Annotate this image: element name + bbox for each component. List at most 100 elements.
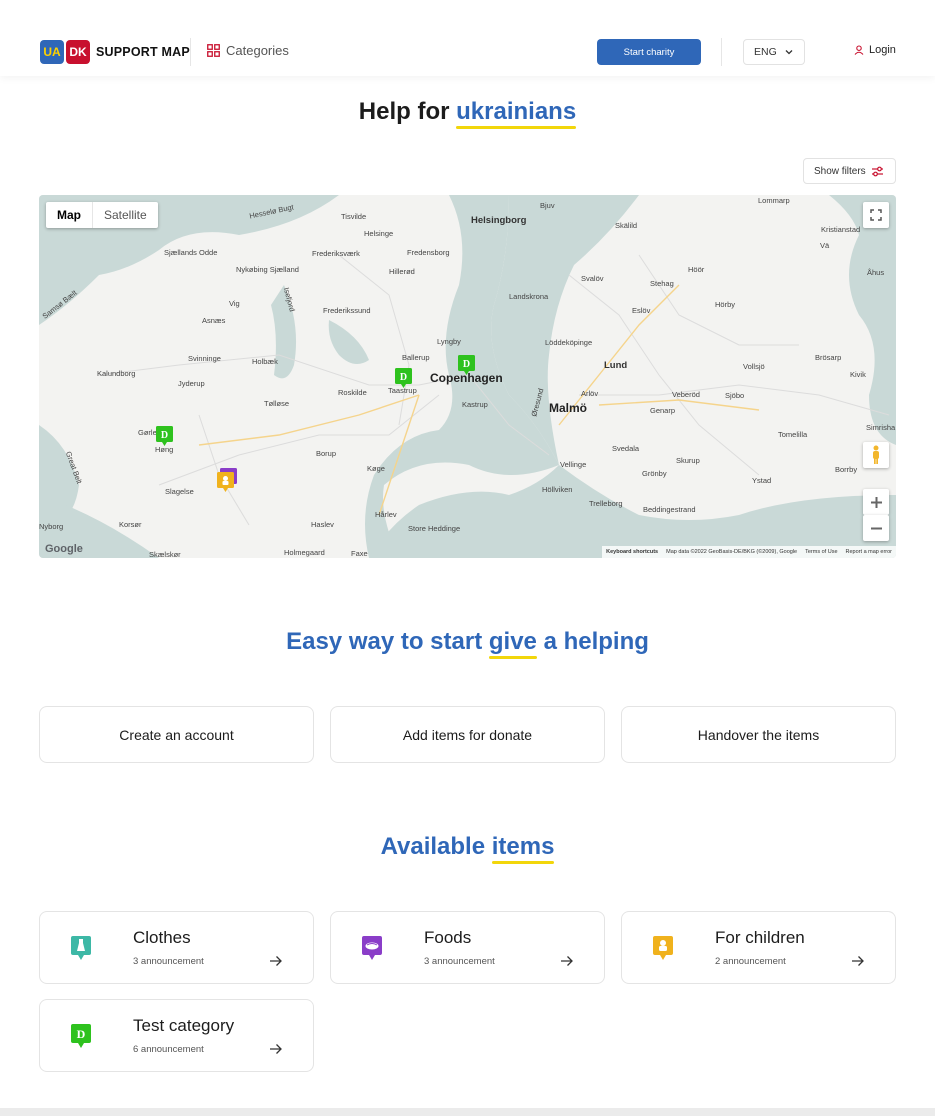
svg-text:D: D <box>463 359 470 370</box>
google-logo: Google <box>45 543 83 555</box>
toy-icon <box>653 936 673 960</box>
language-value: ENG <box>754 46 777 58</box>
map-label-svalov: Svalöv <box>581 274 604 283</box>
map-label-arlov: Arlöv <box>581 389 599 398</box>
page-title: Help for ukrainians <box>0 98 935 129</box>
map-label-store-heddinge: Store Heddinge <box>408 524 461 533</box>
map-label-helsingborg: Helsingborg <box>471 215 527 226</box>
category-card-test-category[interactable]: D Test category 6 announcement <box>39 999 314 1072</box>
steps-title-suffix: a helping <box>543 628 649 655</box>
map-marker-for-children[interactable] <box>217 472 234 492</box>
map-marker-test-category[interactable]: D <box>458 355 475 375</box>
map-label-lyngby: Lyngby <box>437 337 461 346</box>
header-divider-2 <box>721 38 722 66</box>
map-label-kastrup: Kastrup <box>462 400 488 409</box>
svg-text:D: D <box>161 430 168 441</box>
logo[interactable]: UA DK SUPPORT MAP <box>40 40 190 64</box>
map-label-malmo: Malmö <box>549 401 588 415</box>
language-select[interactable]: ENG <box>743 39 805 65</box>
map-label-holmegaard: Holmegaard <box>284 548 325 557</box>
step-create-account: Create an account <box>39 706 314 763</box>
svg-text:D: D <box>400 372 407 383</box>
keyboard-shortcuts-link[interactable]: Keyboard shortcuts <box>606 549 658 555</box>
pegman-icon <box>873 445 879 464</box>
login-link[interactable]: Login <box>854 44 896 56</box>
category-card-clothes[interactable]: Clothes 3 announcement <box>39 911 314 984</box>
map-label-fredensborg: Fredensborg <box>407 248 450 257</box>
map-label-vollsjo: Vollsjö <box>743 362 765 371</box>
map-label-kristianstad: Kristianstad <box>821 225 861 234</box>
zoom-out-button[interactable] <box>863 515 889 541</box>
category-name: For children <box>715 928 805 947</box>
map-label-ahus: Åhus <box>867 268 885 277</box>
category-card-foods[interactable]: Foods 3 announcement <box>330 911 605 984</box>
map-label-sjobo: Sjöbo <box>725 391 745 400</box>
arrow-right-icon <box>561 956 573 966</box>
user-icon <box>854 45 864 55</box>
map-label-eslov: Eslöv <box>632 306 651 315</box>
map-label-tomelilla: Tomelilla <box>778 430 808 439</box>
zoom-in-button[interactable] <box>863 489 889 515</box>
map-label-borrby: Borrby <box>835 465 858 474</box>
map-label-beddingestrand: Beddingestrand <box>643 505 696 514</box>
footer-strip <box>0 1108 935 1116</box>
logo-text: SUPPORT MAP <box>96 45 190 59</box>
available-title-highlight: items <box>491 833 555 864</box>
map-label-holbaek: Holbæk <box>252 357 278 366</box>
header-divider <box>190 38 191 66</box>
logo-ua-badge: UA <box>40 40 64 64</box>
category-count: 2 announcement <box>715 956 786 967</box>
letter-d-icon: D <box>71 1024 91 1048</box>
map-label-vig: Vig <box>229 299 240 308</box>
category-card-for-children[interactable]: For children 2 announcement <box>621 911 896 984</box>
food-icon <box>362 936 382 960</box>
category-count: 3 announcement <box>424 956 495 967</box>
map-label-svedala: Svedala <box>612 444 640 453</box>
category-count: 3 announcement <box>133 956 204 967</box>
categories-menu[interactable]: Categories <box>207 43 289 58</box>
sliders-icon <box>872 166 883 177</box>
steps-title: Easy way to start give a helping <box>0 628 935 659</box>
arrow-right-icon <box>852 956 864 966</box>
map-label-gronby: Grönby <box>642 469 667 478</box>
start-charity-button[interactable]: Start charity <box>597 39 701 65</box>
map-label-nykobing: Nykøbing Sjælland <box>236 265 299 274</box>
map-type-satellite[interactable]: Satellite <box>92 202 158 228</box>
map-label-svinninge: Svinninge <box>188 354 221 363</box>
map-label-slagelse: Slagelse <box>165 487 194 496</box>
map-label-hong: Høng <box>155 445 174 454</box>
map-label-roskilde: Roskilde <box>338 388 367 397</box>
map-marker-test-category[interactable]: D <box>395 368 412 388</box>
map-label-ballerup: Ballerup <box>402 353 430 362</box>
map-label-hillerod: Hillerød <box>389 267 415 276</box>
map-type-map[interactable]: Map <box>46 202 92 228</box>
map-view[interactable]: Helsingborg Copenhagen Malmö Lund Hiller… <box>39 195 896 558</box>
map-label-simrishamn: Simrisha <box>866 423 896 432</box>
chevron-down-icon <box>785 50 793 55</box>
map-label-frederikssund: Frederikssund <box>323 306 371 315</box>
map-label-horby: Hörby <box>715 300 736 309</box>
map-label-kivik: Kivik <box>850 370 866 379</box>
fullscreen-button[interactable] <box>863 202 889 228</box>
svg-text:D: D <box>77 1027 86 1041</box>
map-label-haslev: Haslev <box>311 520 334 529</box>
site-header: UA DK SUPPORT MAP Categories Start chari… <box>0 0 935 76</box>
map-marker-test-category[interactable]: D <box>156 426 173 446</box>
map-label-veberod: Veberöd <box>672 390 700 399</box>
show-filters-button[interactable]: Show filters <box>803 158 896 184</box>
arrow-right-icon <box>270 956 282 966</box>
map-label-borup: Borup <box>316 449 337 458</box>
map-label-va: Vä <box>820 241 830 250</box>
map-label-stehag: Stehag <box>650 279 674 288</box>
report-map-error-link[interactable]: Report a map error <box>846 549 892 555</box>
map-attribution: Keyboard shortcuts Map data ©2022 GeoBas… <box>602 546 896 558</box>
grid-icon <box>207 44 220 57</box>
fullscreen-icon <box>870 209 882 221</box>
arrow-right-icon <box>270 1044 282 1054</box>
map-label-frederiksvaerk: Frederiksværk <box>312 249 360 258</box>
map-label-jyderup: Jyderup <box>178 379 205 388</box>
terms-of-use-link[interactable]: Terms of Use <box>805 549 837 555</box>
map-label-skalild: Skälild <box>615 221 638 230</box>
street-view-pegman[interactable] <box>863 442 889 468</box>
category-count: 6 announcement <box>133 1044 204 1055</box>
